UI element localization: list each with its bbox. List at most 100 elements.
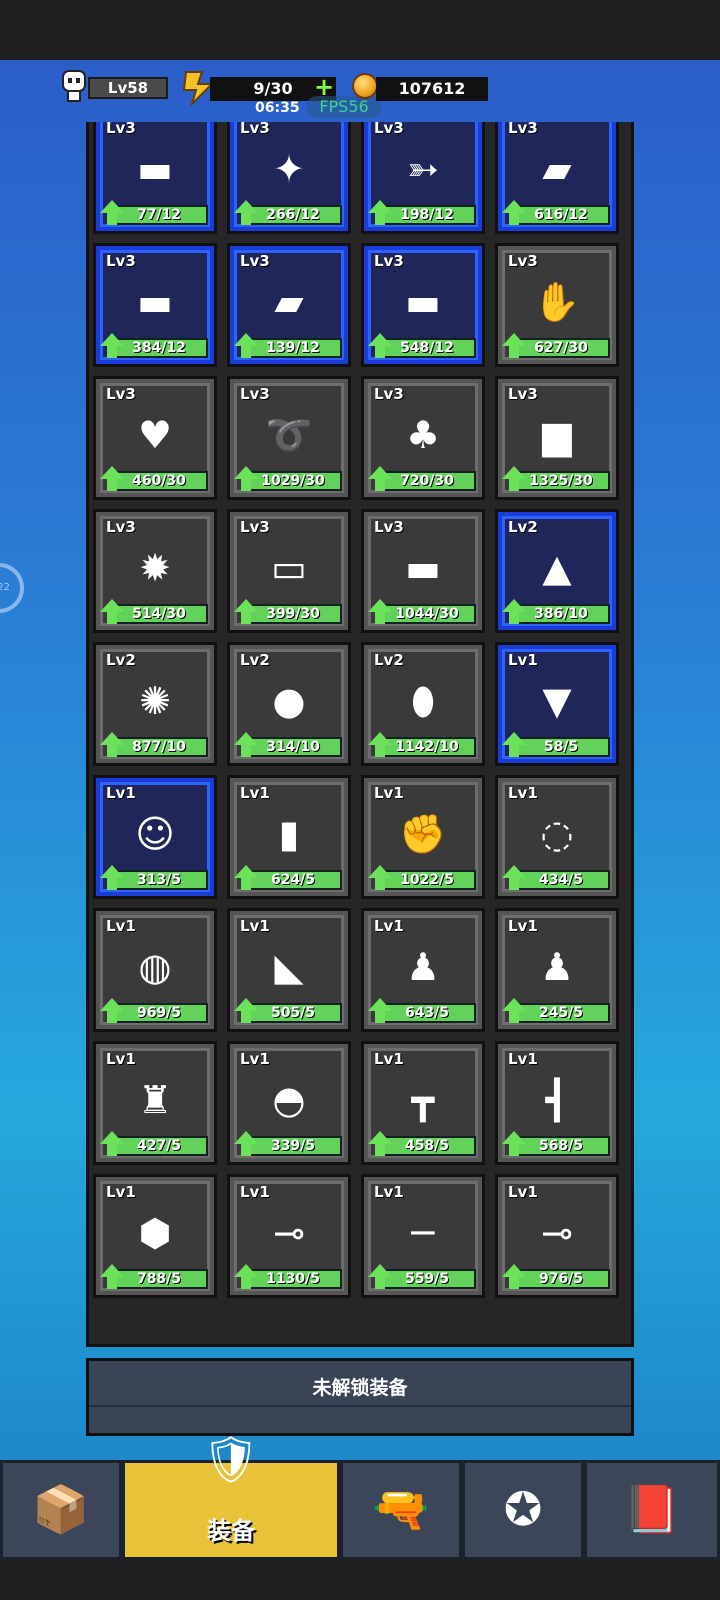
equipment-card[interactable]: Lv1 ▮ 624/5 — [227, 775, 351, 899]
item-level: Lv3 — [508, 252, 538, 270]
equipment-card[interactable]: Lv1 ☺ 313/5 — [93, 775, 217, 899]
equipment-card[interactable]: Lv2 ▲ 386/10 — [495, 509, 619, 633]
item-level: Lv1 — [508, 1183, 538, 1201]
water-gun-icon: ▭ — [271, 546, 307, 590]
syringe-icon: ⊸ — [273, 1211, 305, 1255]
coin-counter: 107612 — [376, 77, 488, 101]
equipment-card[interactable]: Lv1 ◓ 339/5 — [227, 1041, 351, 1165]
equipment-card[interactable]: Lv1 ◣ 505/5 — [227, 908, 351, 1032]
status-bar — [0, 0, 720, 60]
equipment-card[interactable]: Lv1 ♟ 643/5 — [361, 908, 485, 1032]
tab-book[interactable]: 📕 — [584, 1460, 720, 1560]
stone-icon: ⬢ — [138, 1211, 172, 1255]
player-level: Lv58 — [88, 77, 168, 99]
item-progress: 969/5 — [110, 1003, 208, 1023]
axe-icon: ┫ — [545, 1078, 569, 1122]
equipment-card[interactable]: Lv3 ➰ 1029/30 — [227, 376, 351, 500]
item-level: Lv1 — [240, 1183, 270, 1201]
item-level: Lv1 — [508, 651, 538, 669]
item-progress: 627/30 — [512, 338, 610, 358]
item-level: Lv1 — [374, 917, 404, 935]
item-level: Lv3 — [106, 518, 136, 536]
item-progress: 460/30 — [110, 471, 208, 491]
equipment-card[interactable]: Lv2 ✺ 877/10 — [93, 642, 217, 766]
tab-equipment[interactable]: 🛡 装备 — [122, 1432, 340, 1560]
equipment-card[interactable]: Lv3 ▬ 77/12 — [93, 122, 217, 234]
fang-necklace-icon: ➰ — [265, 413, 313, 457]
equipment-card[interactable]: Lv1 ◌ 434/5 — [495, 775, 619, 899]
equipment-card[interactable]: Lv1 ⊸ 1130/5 — [227, 1174, 351, 1298]
equipment-card[interactable]: Lv3 ▬ 384/12 — [93, 243, 217, 367]
item-level: Lv3 — [240, 385, 270, 403]
equipment-card[interactable]: Lv1 ✊ 1022/5 — [361, 775, 485, 899]
locked-equipment-section[interactable]: 未解锁装备 — [86, 1358, 634, 1436]
helmet-icon: ◓ — [272, 1078, 306, 1122]
equipment-card[interactable]: Lv3 ✦ 266/12 — [227, 122, 351, 234]
item-progress: 458/5 — [378, 1136, 476, 1156]
equipment-card[interactable]: Lv3 ✋ 627/30 — [495, 243, 619, 367]
equipment-card[interactable]: Lv2 ● 314/10 — [227, 642, 351, 766]
energy-timer: 06:35 — [255, 100, 300, 116]
equipment-card[interactable]: Lv1 ◍ 969/5 — [93, 908, 217, 1032]
equipment-card[interactable]: Lv1 ▼ 58/5 — [495, 642, 619, 766]
item-level: Lv2 — [374, 651, 404, 669]
equipment-card[interactable]: Lv3 ▰ 139/12 — [227, 243, 351, 367]
tab-box[interactable]: 📦 — [0, 1460, 122, 1560]
lion-mask-icon: ✹ — [139, 546, 171, 590]
spiked-mace-icon: ✺ — [139, 679, 171, 723]
equipment-card[interactable]: Lv3 ♥ 460/30 — [93, 376, 217, 500]
ruby-necklace-icon: ◍ — [138, 945, 172, 989]
item-progress: 788/5 — [110, 1269, 208, 1289]
item-progress: 643/5 — [378, 1003, 476, 1023]
item-level: Lv2 — [240, 651, 270, 669]
bead-necklace-icon: ◌ — [540, 812, 574, 856]
item-level: Lv2 — [106, 651, 136, 669]
equipment-card[interactable]: Lv3 ♣ 720/30 — [361, 376, 485, 500]
item-progress: 568/5 — [512, 1136, 610, 1156]
equipment-card[interactable]: Lv1 ⬢ 788/5 — [93, 1174, 217, 1298]
bottom-system-bar — [0, 1560, 720, 1600]
skeleton-armor-icon: ♜ — [137, 1078, 173, 1122]
equipment-card[interactable]: Lv3 ▰ 616/12 — [495, 122, 619, 234]
equipment-card[interactable]: Lv3 ✹ 514/30 — [93, 509, 217, 633]
equipment-card[interactable]: Lv3 ▬ 548/12 — [361, 243, 485, 367]
item-progress: 1044/30 — [378, 604, 476, 624]
item-level: Lv3 — [106, 385, 136, 403]
item-progress: 427/5 — [110, 1136, 208, 1156]
item-level: Lv1 — [106, 1183, 136, 1201]
equipment-card[interactable]: Lv2 ⬮ 1142/10 — [361, 642, 485, 766]
item-progress: 976/5 — [512, 1269, 610, 1289]
equipment-card[interactable]: Lv3 ▬ 1044/30 — [361, 509, 485, 633]
rocket-launcher-icon: ▬ — [405, 280, 441, 324]
equipment-card[interactable]: Lv1 ┫ 568/5 — [495, 1041, 619, 1165]
equipment-card[interactable]: Lv1 ♟ 245/5 — [495, 908, 619, 1032]
equipment-card[interactable]: Lv3 ➳ 198/12 — [361, 122, 485, 234]
item-level: Lv1 — [374, 1183, 404, 1201]
bullet-icon: 🔫 — [372, 1482, 430, 1536]
equipment-card[interactable]: Lv1 ┳ 458/5 — [361, 1041, 485, 1165]
item-level: Lv3 — [374, 385, 404, 403]
equipment-card[interactable]: Lv1 ♜ 427/5 — [93, 1041, 217, 1165]
player-avatar-icon[interactable] — [60, 70, 88, 104]
laser-pistol-icon: ▰ — [542, 147, 572, 191]
shuriken-icon: ✦ — [273, 147, 305, 191]
item-progress: 139/12 — [244, 338, 342, 358]
locked-equipment-label: 未解锁装备 — [312, 1377, 408, 1399]
equipment-card[interactable]: Lv3 ▭ 399/30 — [227, 509, 351, 633]
tab-star[interactable]: ✪ — [462, 1460, 584, 1560]
item-progress: 245/5 — [512, 1003, 610, 1023]
item-progress: 720/30 — [378, 471, 476, 491]
item-level: Lv3 — [508, 122, 538, 137]
item-progress: 1130/5 — [244, 1269, 342, 1289]
item-progress: 1142/10 — [378, 737, 476, 757]
tab-bullet[interactable]: 🔫 — [340, 1460, 462, 1560]
item-level: Lv1 — [106, 1050, 136, 1068]
item-progress: 1325/30 — [512, 471, 610, 491]
equipment-card[interactable]: Lv1 ─ 559/5 — [361, 1174, 485, 1298]
equipment-card[interactable]: Lv3 ▆ 1325/30 — [495, 376, 619, 500]
equipment-card[interactable]: Lv1 ⊸ 976/5 — [495, 1174, 619, 1298]
boots-icon: ▼ — [542, 679, 572, 723]
section-divider — [89, 1405, 631, 1407]
item-level: Lv1 — [374, 1050, 404, 1068]
white-glove-icon: ✋ — [533, 280, 581, 324]
